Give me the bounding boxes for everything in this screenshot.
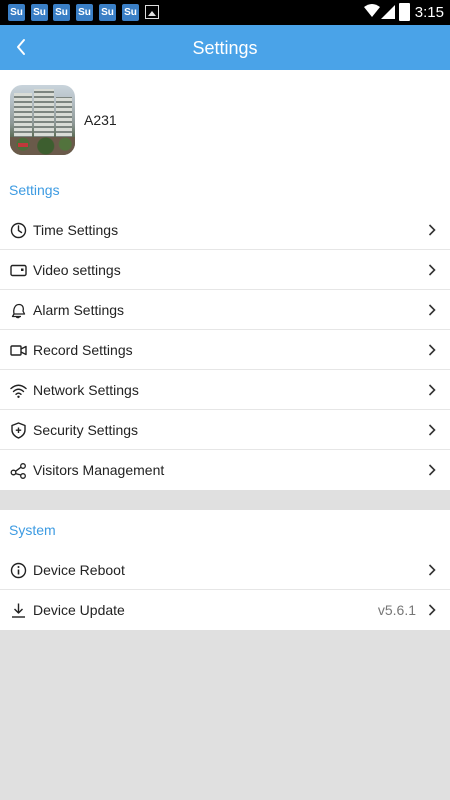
row-label: Security Settings <box>33 422 139 438</box>
row-label: Time Settings <box>33 222 119 238</box>
device-name: A231 <box>84 112 117 128</box>
video-display-icon <box>10 264 27 277</box>
app-notification-icon: Su <box>122 4 139 21</box>
row-label: Alarm Settings <box>33 302 125 318</box>
settings-section: Settings Time Settings Video settings Al… <box>0 170 450 490</box>
device-update-row[interactable]: Device Update v5.6.1 <box>0 590 450 630</box>
cell-signal-icon <box>381 5 395 19</box>
network-settings-row[interactable]: Network Settings <box>0 370 450 410</box>
clock-time: 3:15 <box>414 4 444 21</box>
section-title-settings: Settings <box>9 182 60 198</box>
firmware-version: v5.6.1 <box>377 602 416 618</box>
row-label: Record Settings <box>33 342 133 358</box>
chevron-right-icon <box>428 344 436 356</box>
battery-icon <box>399 3 410 21</box>
row-label: Device Update <box>33 602 125 618</box>
wifi-icon <box>10 384 27 398</box>
chevron-right-icon <box>428 384 436 396</box>
security-settings-row[interactable]: Security Settings <box>0 410 450 450</box>
shield-plus-icon <box>11 422 26 439</box>
device-card[interactable]: A231 <box>0 70 450 170</box>
video-camera-icon <box>10 345 27 356</box>
row-label: Visitors Management <box>33 462 165 478</box>
record-settings-row[interactable]: Record Settings <box>0 330 450 370</box>
device-thumbnail <box>10 85 75 155</box>
app-notification-icon: Su <box>31 4 48 21</box>
info-icon <box>10 562 27 579</box>
app-notification-icon: Su <box>53 4 70 21</box>
chevron-right-icon <box>428 264 436 276</box>
app-notification-icon: Su <box>8 4 25 21</box>
image-notification-icon <box>145 5 159 19</box>
video-settings-row[interactable]: Video settings <box>0 250 450 290</box>
page-title: Settings <box>192 38 258 58</box>
clock-icon <box>10 222 27 239</box>
time-settings-row[interactable]: Time Settings <box>0 210 450 250</box>
system-section: System Device Reboot Device Update v5.6.… <box>0 510 450 630</box>
bell-icon <box>11 303 26 319</box>
chevron-right-icon <box>428 224 436 236</box>
alarm-settings-row[interactable]: Alarm Settings <box>0 290 450 330</box>
chevron-right-icon <box>428 564 436 576</box>
row-label: Network Settings <box>33 382 139 398</box>
app-notification-icon: Su <box>76 4 93 21</box>
chevron-right-icon <box>428 304 436 316</box>
status-bar: Su Su Su Su Su Su 3:15 <box>0 0 450 25</box>
row-label: Video settings <box>33 262 121 278</box>
section-title-system: System <box>9 522 56 538</box>
chevron-right-icon <box>428 604 436 616</box>
chevron-right-icon <box>428 424 436 436</box>
app-header: Settings <box>0 25 450 70</box>
download-icon <box>12 603 25 618</box>
device-reboot-row[interactable]: Device Reboot <box>0 550 450 590</box>
app-notification-icon: Su <box>99 4 116 21</box>
share-nodes-icon <box>10 463 26 479</box>
wifi-signal-icon <box>364 4 380 17</box>
visitors-management-row[interactable]: Visitors Management <box>0 450 450 490</box>
row-label: Device Reboot <box>33 562 125 578</box>
chevron-right-icon <box>428 464 436 476</box>
